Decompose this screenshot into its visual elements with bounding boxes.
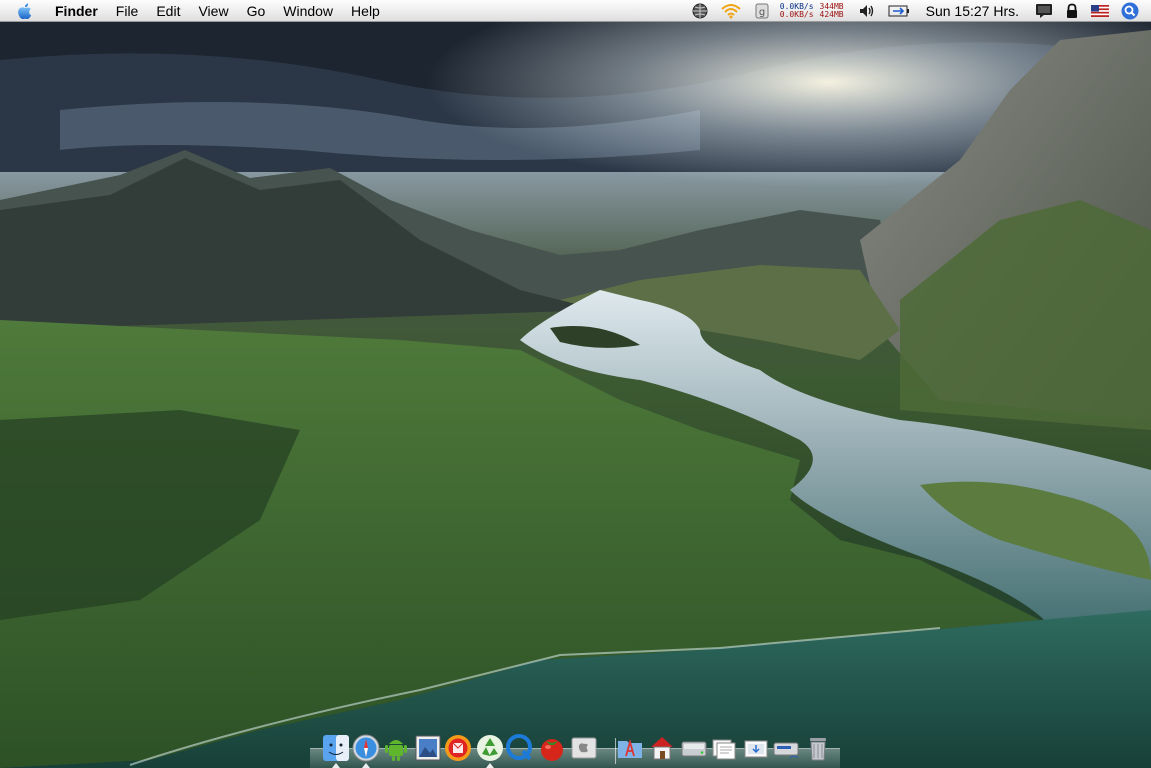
wallpaper: [0, 22, 1151, 768]
desktop: Finder File Edit View Go Window Help g 0…: [0, 0, 1151, 768]
android-icon[interactable]: [382, 734, 410, 762]
preview-icon[interactable]: [414, 734, 442, 762]
dock: [310, 728, 840, 768]
spotlight-search-icon[interactable]: [1121, 0, 1139, 22]
us-flag-icon[interactable]: [1091, 0, 1109, 22]
finder-running-indicator: [332, 763, 340, 768]
finder-icon[interactable]: [322, 734, 350, 762]
menu-bar: Finder File Edit View Go Window Help g 0…: [0, 0, 1151, 22]
apple-icon[interactable]: [14, 0, 36, 22]
menu-app-finder[interactable]: Finder: [46, 0, 107, 22]
chat-bubble-icon[interactable]: [1035, 0, 1053, 22]
memory-bottom-value: 424MB: [819, 10, 844, 19]
recycle-running-indicator: [486, 763, 494, 768]
menu-extra-app-icon[interactable]: g: [754, 0, 770, 22]
menu-file[interactable]: File: [107, 0, 148, 22]
safari-running-indicator: [362, 763, 370, 768]
battery-icon[interactable]: [888, 0, 910, 22]
safari-icon[interactable]: [352, 734, 380, 762]
volume-icon[interactable]: [858, 0, 876, 22]
memory-meter[interactable]: 344MB 424MB: [820, 3, 844, 19]
recycle-icon[interactable]: [476, 734, 504, 762]
menu-edit[interactable]: Edit: [147, 0, 189, 22]
applications-folder-icon[interactable]: [616, 734, 644, 762]
hard-drive-icon[interactable]: [680, 734, 708, 762]
apple-box-icon[interactable]: [570, 734, 598, 762]
menu-view[interactable]: View: [189, 0, 237, 22]
tomato-icon[interactable]: [538, 734, 566, 762]
trash-icon[interactable]: [804, 734, 832, 762]
svg-text:g: g: [759, 7, 765, 18]
lock-icon[interactable]: [1065, 0, 1079, 22]
menu-clock[interactable]: Sun 15:27 Hrs.: [926, 3, 1019, 19]
menu-help[interactable]: Help: [342, 0, 389, 22]
network-meter[interactable]: 0.0KB/s 0.0KB/s: [780, 3, 814, 19]
menu-go[interactable]: Go: [238, 0, 275, 22]
home-folder-icon[interactable]: [648, 734, 676, 762]
menu-window[interactable]: Window: [274, 0, 342, 22]
network-drive-icon[interactable]: [772, 734, 800, 762]
globe-icon[interactable]: [692, 0, 708, 22]
documents-stack-icon[interactable]: [710, 734, 738, 762]
mail-app-icon[interactable]: [444, 734, 472, 762]
quicktime-icon[interactable]: [506, 734, 534, 762]
wifi-icon[interactable]: [720, 0, 742, 22]
network-upload-rate: 0.0KB/s: [779, 10, 814, 19]
downloads-stack-icon[interactable]: [742, 734, 770, 762]
